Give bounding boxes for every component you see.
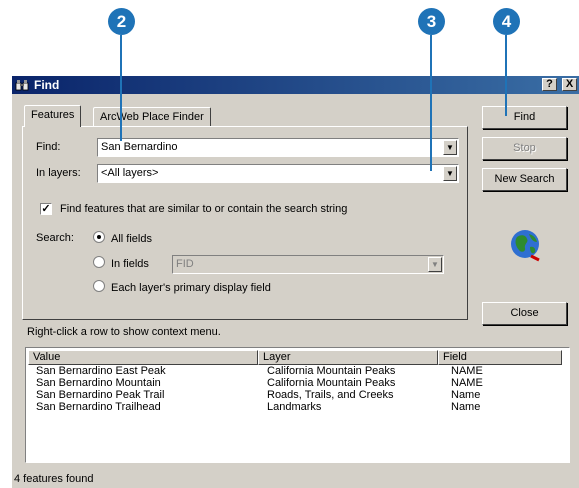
row-value: San Bernardino Trailhead <box>36 401 161 413</box>
column-header-layer[interactable]: Layer <box>258 350 438 365</box>
close-button[interactable]: Close <box>482 302 567 325</box>
radio-primary-display-field[interactable] <box>93 280 105 292</box>
row-field: Name <box>451 389 481 401</box>
find-dialog: Find ? X Features ArcWeb Place Finder Fi… <box>12 76 579 488</box>
row-layer: Landmarks <box>267 401 322 413</box>
callout-2-leader <box>120 35 122 141</box>
close-icon[interactable]: X <box>562 78 577 91</box>
radio-in-fields-label[interactable]: In fields <box>111 258 149 270</box>
context-menu-hint: Right-click a row to show context menu. <box>27 326 221 338</box>
find-input[interactable]: San Bernardino ▼ <box>97 138 459 157</box>
callout-4: 4 <box>493 8 520 35</box>
chevron-down-icon[interactable]: ▼ <box>443 140 457 155</box>
title-bar[interactable]: Find ? X <box>12 76 579 94</box>
help-button[interactable]: ? <box>542 78 557 91</box>
radio-all-fields[interactable] <box>93 231 105 243</box>
features-tab-panel: Find: San Bernardino ▼ In layers: <All l… <box>22 126 468 320</box>
radio-in-fields[interactable] <box>93 256 105 268</box>
row-field: NAME <box>451 377 483 389</box>
callout-3-leader <box>430 35 432 171</box>
column-header-value[interactable]: Value <box>28 350 258 365</box>
chevron-down-icon[interactable]: ▼ <box>443 166 457 181</box>
row-value: San Bernardino Peak Trail <box>36 389 165 401</box>
window-title: Find <box>34 78 60 92</box>
callout-4-leader <box>505 35 507 116</box>
in-layers-value: <All layers> <box>101 167 159 179</box>
new-search-button[interactable]: New Search <box>482 168 567 191</box>
globe-icon <box>511 230 540 262</box>
radio-primary-display-field-label[interactable]: Each layer's primary display field <box>111 282 271 294</box>
callout-2: 2 <box>108 8 135 35</box>
row-value: San Bernardino East Peak <box>36 365 166 377</box>
binoculars-icon <box>15 80 29 91</box>
status-text: 4 features found <box>14 473 94 485</box>
callout-3: 3 <box>418 8 445 35</box>
find-button[interactable]: Find <box>482 106 567 129</box>
status-bar: 4 features found <box>12 468 579 488</box>
row-field: NAME <box>451 365 483 377</box>
radio-all-fields-label[interactable]: All fields <box>111 233 152 245</box>
search-label: Search: <box>36 232 74 244</box>
stop-button: Stop <box>482 137 567 160</box>
row-layer: California Mountain Peaks <box>267 365 396 377</box>
similar-checkbox[interactable]: ✓ <box>40 203 52 215</box>
row-value: San Bernardino Mountain <box>36 377 161 389</box>
tab-arcweb-place-finder[interactable]: ArcWeb Place Finder <box>93 107 211 127</box>
find-input-value: San Bernardino <box>101 141 178 153</box>
results-list[interactable]: Value Layer Field San Bernardino East Pe… <box>25 347 570 463</box>
similar-checkbox-label[interactable]: Find features that are similar to or con… <box>60 203 347 215</box>
row-field: Name <box>451 401 481 413</box>
chevron-down-icon: ▼ <box>428 257 442 272</box>
in-fields-select: FID ▼ <box>172 255 444 274</box>
in-layers-label: In layers: <box>36 167 81 179</box>
row-layer: California Mountain Peaks <box>267 377 396 389</box>
row-layer: Roads, Trails, and Creeks <box>267 389 394 401</box>
column-header-field[interactable]: Field <box>438 350 562 365</box>
find-label: Find: <box>36 141 61 153</box>
in-fields-value: FID <box>176 258 194 270</box>
in-layers-select[interactable]: <All layers> ▼ <box>97 164 459 183</box>
tab-features[interactable]: Features <box>24 105 82 127</box>
